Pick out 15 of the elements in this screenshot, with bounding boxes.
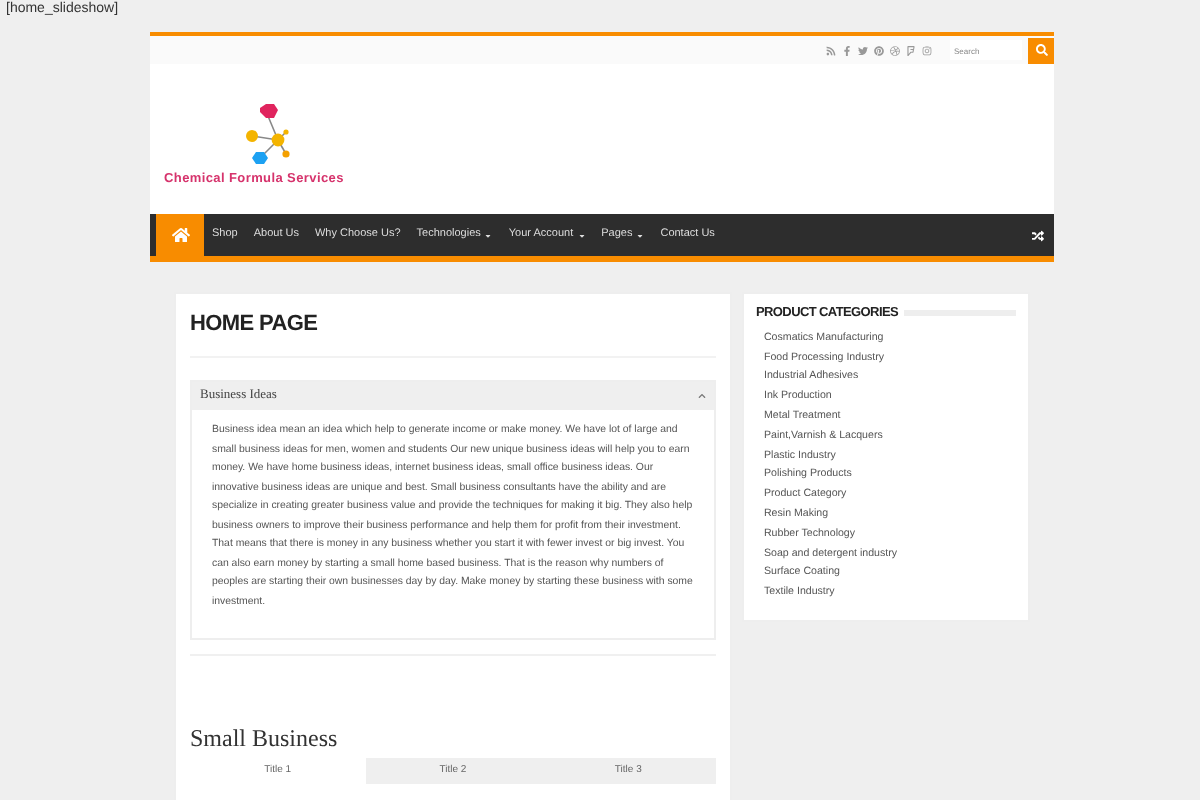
home-button[interactable] <box>156 214 204 256</box>
search-icon <box>1035 44 1047 56</box>
foursquare-icon[interactable] <box>906 45 916 55</box>
shuffle-icon[interactable] <box>1032 229 1044 241</box>
page-title: HOME PAGE <box>190 310 716 358</box>
pinterest-icon[interactable] <box>874 45 884 55</box>
chevron-icon <box>697 392 706 400</box>
section-title: Small Business <box>190 722 340 754</box>
instagram-icon[interactable] <box>922 45 932 55</box>
dribbble-icon[interactable] <box>890 45 900 55</box>
search-button[interactable] <box>1028 37 1054 63</box>
rss-icon[interactable] <box>826 45 836 55</box>
facebook-icon[interactable] <box>842 45 852 55</box>
home-icon <box>171 226 189 244</box>
twitter-icon[interactable] <box>858 45 868 55</box>
